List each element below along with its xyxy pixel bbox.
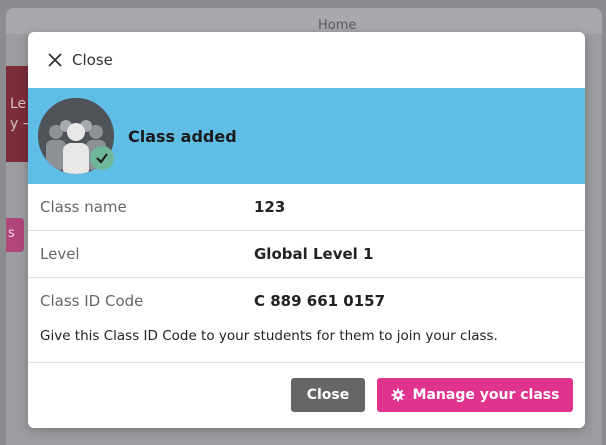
detail-label: Class name bbox=[40, 198, 127, 216]
manage-your-class-button[interactable]: Manage your class bbox=[377, 378, 573, 412]
close-link[interactable]: Close bbox=[48, 51, 113, 69]
detail-row-class-id-code: Class ID Code C 889 661 0157 bbox=[28, 278, 585, 324]
modal-footer: Close Manage your class bbox=[28, 363, 585, 427]
close-link-label: Close bbox=[72, 51, 113, 69]
modal-top-bar: Close bbox=[28, 32, 585, 88]
manage-your-class-label: Manage your class bbox=[412, 387, 560, 403]
detail-value: 123 bbox=[254, 198, 286, 216]
class-details: Class name 123 Level Global Level 1 Clas… bbox=[28, 184, 585, 363]
detail-value: Global Level 1 bbox=[254, 245, 374, 263]
background-home-title: Home bbox=[318, 18, 357, 33]
detail-value: C 889 661 0157 bbox=[254, 292, 386, 310]
background-header bbox=[6, 8, 602, 34]
detail-row-level: Level Global Level 1 bbox=[28, 231, 585, 278]
detail-label: Level bbox=[40, 245, 80, 263]
background-side-button-text: s bbox=[8, 226, 15, 241]
class-added-banner: Class added bbox=[28, 88, 585, 184]
detail-row-class-name: Class name 123 bbox=[28, 184, 585, 231]
close-button-label: Close bbox=[306, 387, 350, 403]
detail-label: Class ID Code bbox=[40, 292, 144, 310]
class-added-modal: Close Class added Class name 123 Level G… bbox=[28, 32, 585, 428]
close-button[interactable]: Close bbox=[291, 378, 365, 412]
banner-title: Class added bbox=[128, 126, 237, 146]
class-id-note: Give this Class ID Code to your students… bbox=[28, 324, 585, 363]
avatar-wrap bbox=[38, 98, 114, 174]
check-icon bbox=[90, 146, 114, 170]
close-icon bbox=[48, 53, 62, 67]
gear-icon bbox=[390, 388, 405, 402]
